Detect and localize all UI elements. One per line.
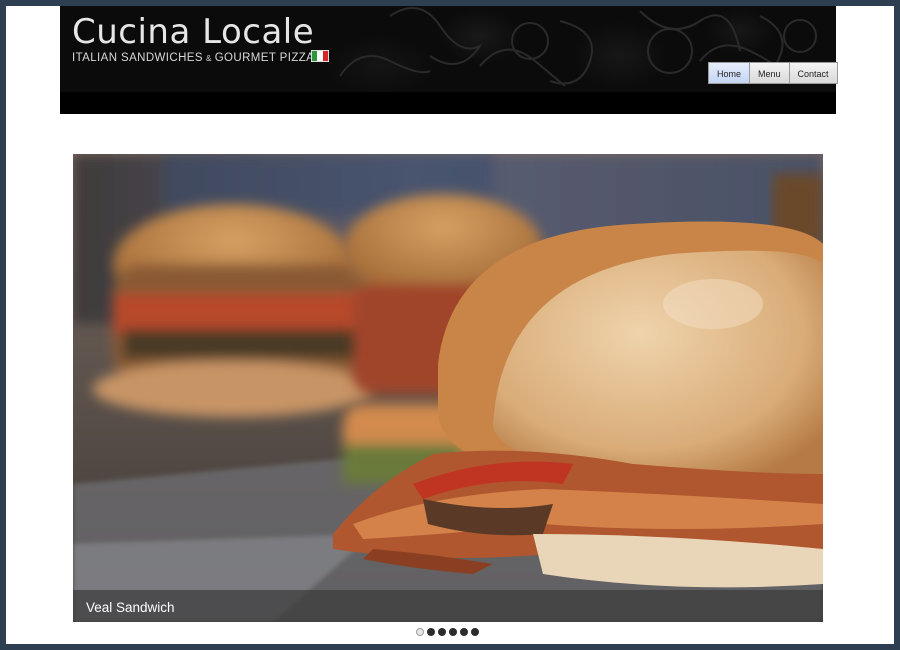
tagline-left: ITALIAN SANDWICHES (72, 52, 203, 64)
slide-dot-2[interactable] (427, 628, 435, 636)
main-nav: Home Menu Contact (708, 62, 838, 84)
nav-home[interactable]: Home (708, 62, 751, 84)
site-tagline: ITALIAN SANDWICHES & GOURMET PIZZAS (72, 52, 322, 64)
image-slider[interactable]: Veal Sandwich (73, 154, 823, 622)
slider-pagination (416, 628, 479, 636)
tagline-right: GOURMET PIZZAS (214, 52, 323, 64)
page: Cucina Locale ITALIAN SANDWICHES & GOURMET… (6, 6, 894, 644)
caption-bar (73, 590, 823, 622)
site-header: Cucina Locale ITALIAN SANDWICHES & GOURMET… (60, 6, 838, 114)
slide-dot-4[interactable] (449, 628, 457, 636)
site-title[interactable]: Cucina Locale (72, 12, 314, 52)
header-bottom-band (60, 92, 836, 114)
flag-red (322, 51, 328, 61)
slide-dot-3[interactable] (438, 628, 446, 636)
slide-caption: Veal Sandwich (86, 600, 175, 615)
italian-flag-icon (311, 50, 329, 62)
slide-image (73, 154, 823, 622)
nav-contact[interactable]: Contact (789, 62, 838, 84)
nav-menu[interactable]: Menu (750, 62, 790, 84)
slide-dot-6[interactable] (471, 628, 479, 636)
tagline-amp: & (205, 54, 212, 63)
slide-dot-1[interactable] (416, 628, 424, 636)
slide-dot-5[interactable] (460, 628, 468, 636)
